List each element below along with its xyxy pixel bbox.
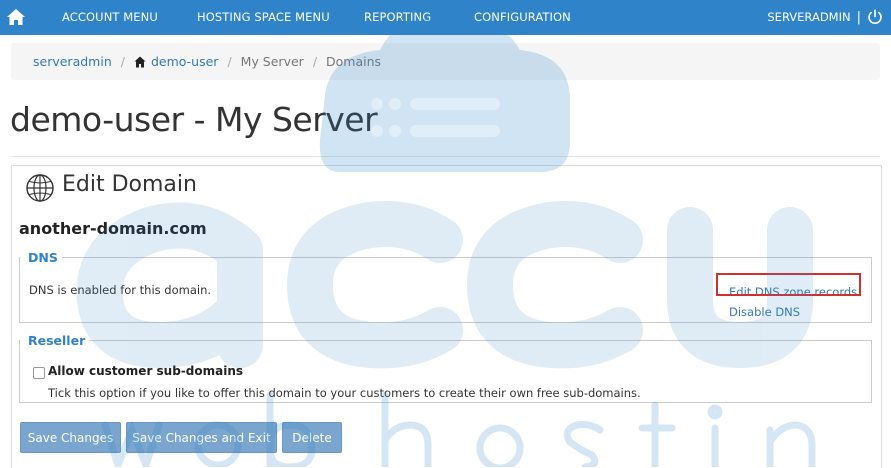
power-icon[interactable] [867, 9, 883, 25]
save-changes-button[interactable]: Save Changes [20, 422, 121, 453]
title-divider [11, 156, 880, 157]
dns-legend: DNS [28, 250, 58, 265]
nav-configuration[interactable]: CONFIGURATION [474, 10, 571, 24]
page-title: demo-user - My Server [10, 100, 378, 139]
domain-name: another-domain.com [19, 219, 207, 238]
breadcrumb-separator: / [120, 54, 125, 69]
nav-hosting-space-menu[interactable]: HOSTING SPACE MENU [197, 10, 330, 24]
breadcrumb: serveradmin / demo-user / My Server / Do… [11, 43, 880, 80]
reseller-legend: Reseller [28, 333, 86, 348]
nav-account-menu[interactable]: ACCOUNT MENU [62, 10, 158, 24]
user-menu[interactable]: SERVERADMIN [767, 10, 850, 24]
breadcrumb-my-server: My Server [240, 54, 304, 69]
home-icon[interactable] [6, 8, 26, 26]
breadcrumb-separator: / [227, 54, 232, 69]
save-changes-exit-button[interactable]: Save Changes and Exit [126, 422, 277, 453]
breadcrumb-domains: Domains [326, 54, 382, 69]
nav-separator: | [856, 9, 861, 25]
allow-subdomains-help: Tick this option if you like to offer th… [48, 386, 641, 400]
dns-status-text: DNS is enabled for this domain. [29, 283, 212, 297]
globe-icon [26, 174, 54, 202]
user-area: SERVERADMIN | [767, 7, 883, 27]
allow-subdomains-checkbox[interactable] [33, 367, 45, 379]
home-icon [134, 56, 146, 67]
top-navbar: ACCOUNT MENU HOSTING SPACE MENU REPORTIN… [0, 0, 891, 35]
breadcrumb-demo-user[interactable]: demo-user [151, 54, 218, 69]
highlight-annotation [716, 273, 861, 296]
panel-title: Edit Domain [62, 172, 197, 197]
disable-dns-link[interactable]: Disable DNS [729, 305, 857, 320]
reseller-section: Reseller Allow customer sub-domains Tick… [19, 333, 872, 403]
breadcrumb-separator: / [312, 54, 318, 69]
breadcrumb-serveradmin[interactable]: serveradmin [33, 54, 112, 69]
allow-subdomains-label[interactable]: Allow customer sub-domains [48, 364, 243, 378]
delete-button[interactable]: Delete [282, 422, 342, 453]
nav-reporting[interactable]: REPORTING [364, 10, 431, 24]
